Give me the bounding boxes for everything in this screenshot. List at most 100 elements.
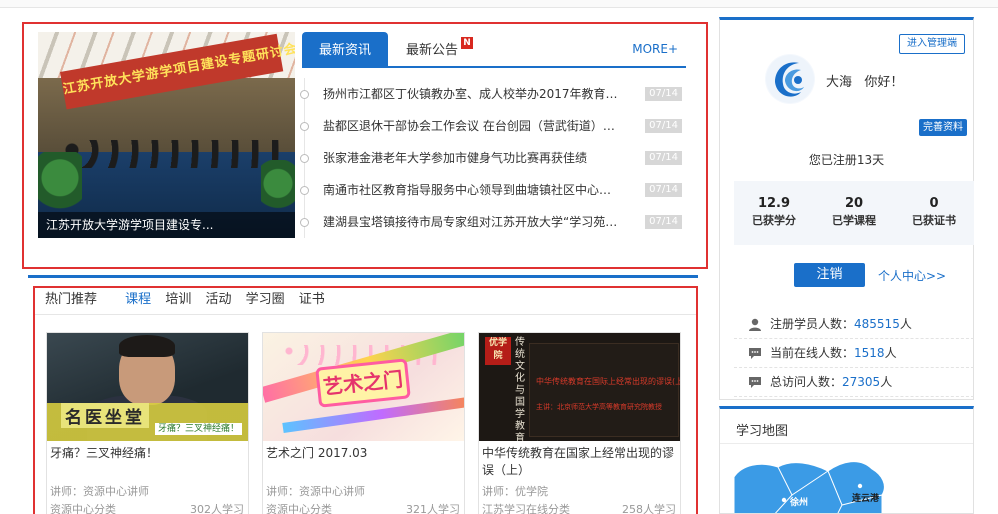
site-stat-unit: 人 <box>884 346 897 360</box>
news-slideshow[interactable]: 江苏开放大学游学项目建设专题研讨会 江苏开放大学游学项目建设专... <box>38 32 295 238</box>
course-thumbnail[interactable]: 优学院 传统文化与国学教育 中华传统教育在国际上经常出现的谬误(上) 主讲：北京… <box>479 333 680 441</box>
thumbnail-vertical-text: 传统文化与国学教育 <box>515 337 525 441</box>
news-tabs: 最新资讯 最新公告 N MORE+ <box>302 32 686 68</box>
news-panel: 江苏开放大学游学项目建设专题研讨会 江苏开放大学游学项目建设专... 最新资讯 … <box>22 22 708 269</box>
stat-value: 20 <box>844 196 864 211</box>
logout-button[interactable]: 注销 <box>794 263 865 287</box>
stat-certificates: 0 已获证书 <box>894 195 974 229</box>
news-item-date: 07/14 <box>645 183 682 197</box>
course-category: 江苏学习在线分类 <box>482 503 570 514</box>
news-item[interactable]: 张家港金港老年大学参加市健身气功比赛再获佳绩 07/14 <box>300 142 686 174</box>
stat-courses: 20 已学课程 <box>814 195 894 229</box>
tab-certificates[interactable]: 证书 <box>299 292 325 307</box>
news-item-date: 07/14 <box>645 215 682 229</box>
site-stat-value: 27305 <box>842 375 881 389</box>
bullet-icon <box>300 154 309 163</box>
tab-study-circle[interactable]: 学习圈 <box>246 292 285 307</box>
news-item-title[interactable]: 南通市社区教育指导服务中心领导到曲塘镇社区中心指导工作 <box>323 174 623 206</box>
tab-announcements-label: 最新公告 <box>406 43 459 58</box>
chat-icon <box>749 377 761 388</box>
course-thumbnail[interactable]: 名医坐堂 牙痛？三叉神经痛！ <box>47 333 248 441</box>
news-item[interactable]: 扬州市江都区丁伙镇教办室、成人校举办2017年教育管理... 07/14 <box>300 78 686 110</box>
site-stat-unit: 人 <box>899 317 912 331</box>
slide-caption[interactable]: 江苏开放大学游学项目建设专... <box>38 212 295 238</box>
news-item-title[interactable]: 张家港金港老年大学参加市健身气功比赛再获佳绩 <box>323 142 623 174</box>
section-title-hot: 热门推荐 <box>45 292 98 307</box>
course-tabs: 热门推荐 课程 培训 活动 学习圈 证书 <box>45 290 335 314</box>
site-stats: 注册学员人数：485515人 当前在线人数：1518人 总访问人数：27305人 <box>734 310 974 397</box>
complete-profile-button[interactable]: 完善资料 <box>919 119 967 136</box>
thumbnail-speaker: 主讲：北京师范大学高等教育研究院教授 <box>536 403 662 411</box>
personal-center-link[interactable]: 个人中心>> <box>878 267 946 284</box>
learning-map-panel: 学习地图 徐州 连云港 <box>719 406 974 514</box>
bullet-icon <box>300 186 309 195</box>
site-stat-unit: 人 <box>880 375 893 389</box>
news-item[interactable]: 盐都区退休干部协会工作会议 在台创园（营武街道）老年活... 07/14 <box>300 110 686 142</box>
site-stat-row: 总访问人数：27305人 <box>734 368 974 397</box>
news-item-title[interactable]: 扬州市江都区丁伙镇教办室、成人校举办2017年教育管理... <box>323 78 623 110</box>
tab-activities[interactable]: 活动 <box>205 292 231 307</box>
course-category: 资源中心分类 <box>266 503 332 514</box>
site-stat-label: 当前在线人数： <box>770 346 855 360</box>
tab-announcements[interactable]: 最新公告 N <box>406 32 474 68</box>
course-category: 资源中心分类 <box>50 503 116 514</box>
thumbnail-tag: 优学院 <box>485 337 511 365</box>
divider <box>720 443 973 444</box>
news-item-title[interactable]: 建湖县宝塔镇接待市局专家组对江苏开放大学“学习苑”创... <box>323 206 623 238</box>
course-learner-count: 302人学习 <box>190 503 244 514</box>
divider <box>35 314 696 315</box>
user-stats: 12.9 已获学分 20 已学课程 0 已获证书 <box>734 181 974 245</box>
tab-latest-news[interactable]: 最新资讯 <box>302 32 388 68</box>
course-thumbnail[interactable]: 艺术之门 <box>263 333 464 441</box>
bullet-icon <box>300 122 309 131</box>
stat-credits: 12.9 已获学分 <box>734 195 814 229</box>
news-more-link[interactable]: MORE+ <box>632 32 678 66</box>
greeting-text: 你好！ <box>864 75 904 90</box>
course-panel: 热门推荐 课程 培训 活动 学习圈 证书 名医坐堂 牙痛？三叉神经痛！ 牙痛？三… <box>33 286 698 514</box>
province-map[interactable]: 徐州 连云港 <box>732 455 962 513</box>
course-card[interactable]: 名医坐堂 牙痛？三叉神经痛！ 牙痛？三叉神经痛！ 讲师：资源中心讲师 资源中心分… <box>46 332 249 514</box>
user-greeting: 大海 你好！ <box>826 71 903 90</box>
top-toolbar-strip <box>0 0 998 8</box>
news-item-date: 07/14 <box>645 119 682 133</box>
thumbnail-subtitle: 牙痛？三叉神经痛！ <box>154 423 242 435</box>
stat-label: 已获学分 <box>752 214 796 227</box>
thumbnail-logo-text: 艺术之门 <box>315 358 411 408</box>
news-list: 扬州市江都区丁伙镇教办室、成人校举办2017年教育管理... 07/14 盐都区… <box>300 78 686 238</box>
course-title[interactable]: 牙痛？三叉神经痛！ <box>50 445 246 462</box>
admin-entry-button[interactable]: 进入管理端 <box>899 34 965 54</box>
thumbnail-show-title: 名医坐堂 <box>61 403 149 428</box>
site-stat-value: 485515 <box>854 317 900 331</box>
news-item[interactable]: 建湖县宝塔镇接待市局专家组对江苏开放大学“学习苑”创... 07/14 <box>300 206 686 238</box>
stat-label: 已获证书 <box>912 214 956 227</box>
avatar[interactable] <box>765 54 815 104</box>
learning-map-title: 学习地图 <box>736 424 789 439</box>
course-card[interactable]: 艺术之门 艺术之门 2017.03 讲师：资源中心讲师 资源中心分类 321人学… <box>262 332 465 514</box>
stat-value: 0 <box>929 196 939 211</box>
site-stat-row: 当前在线人数：1518人 <box>734 339 974 368</box>
tab-courses[interactable]: 课程 <box>125 292 151 307</box>
user-icon <box>749 318 761 331</box>
avatar-logo-icon <box>766 55 814 103</box>
site-stat-value: 1518 <box>854 346 885 360</box>
map-city-xuzhou[interactable]: 徐州 <box>790 495 808 508</box>
course-teacher: 讲师：资源中心讲师 <box>50 485 149 498</box>
course-title[interactable]: 艺术之门 2017.03 <box>266 445 462 462</box>
bullet-icon <box>300 90 309 99</box>
course-teacher: 讲师：资源中心讲师 <box>266 485 365 498</box>
course-title[interactable]: 中华传统教育在国家上经常出现的谬误（上） <box>482 445 678 479</box>
course-learner-count: 321人学习 <box>406 503 460 514</box>
site-stat-label: 总访问人数： <box>770 375 843 389</box>
news-item-date: 07/14 <box>645 87 682 101</box>
tab-training[interactable]: 培训 <box>165 292 191 307</box>
map-graphic <box>733 461 885 513</box>
map-city-lianyungang[interactable]: 连云港 <box>852 491 879 504</box>
course-card[interactable]: 优学院 传统文化与国学教育 中华传统教育在国际上经常出现的谬误(上) 主讲：北京… <box>478 332 681 514</box>
news-item[interactable]: 南通市社区教育指导服务中心领导到曲塘镇社区中心指导工作 07/14 <box>300 174 686 206</box>
news-item-title[interactable]: 盐都区退休干部协会工作会议 在台创园（营武街道）老年活... <box>323 110 623 142</box>
bullet-icon <box>300 218 309 227</box>
stat-value: 12.9 <box>757 196 791 211</box>
news-item-date: 07/14 <box>645 151 682 165</box>
course-teacher: 讲师：优学院 <box>482 485 548 498</box>
user-panel: 进入管理端 大海 你好！ 完善资料 您已注册13天 12.9 已获学分 20 已… <box>719 17 974 400</box>
